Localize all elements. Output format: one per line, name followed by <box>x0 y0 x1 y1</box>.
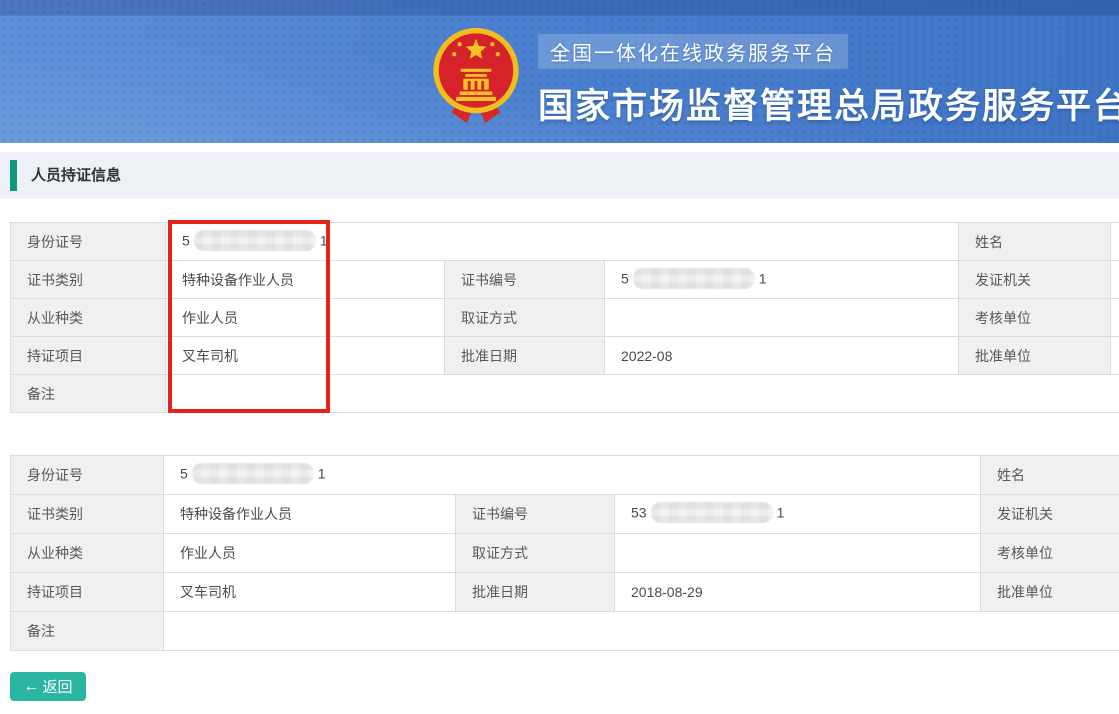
section-title: 人员持证信息 <box>31 152 121 199</box>
field-value-cell: 特种设备作业人员 <box>166 261 445 299</box>
field-value-cell <box>1111 261 1119 299</box>
field-label-cell: 姓名 <box>981 456 1119 495</box>
field-label-cell: 备注 <box>11 375 166 413</box>
field-label-cell: 从业种类 <box>11 299 166 337</box>
table-row: 身份证号51姓名 <box>11 223 1119 261</box>
field-label-cell: 考核单位 <box>981 534 1119 573</box>
platform-tagline: 全国一体化在线政务服务平台 <box>538 34 848 69</box>
field-value-cell <box>1111 223 1119 261</box>
back-arrow-icon: ← <box>23 679 39 695</box>
banner-titles: 全国一体化在线政务服务平台 国家市场监督管理总局政务服务平台 <box>538 27 1119 129</box>
field-label-cell: 身份证号 <box>11 456 164 495</box>
field-label-cell: 证书编号 <box>456 495 615 534</box>
back-button-label: 返回 <box>42 676 72 697</box>
field-value-cell: 作业人员 <box>166 299 445 337</box>
field-value-cell: 2022-08 <box>605 337 959 375</box>
redacted-blur-blob <box>633 268 755 289</box>
field-value-cell: 2018-08-29 <box>615 573 981 612</box>
redacted-blur-blob <box>192 463 314 484</box>
field-value-cell: 51 <box>164 456 981 495</box>
page: 全国一体化在线政务服务平台 国家市场监督管理总局政务服务平台 人员持证信息 身份… <box>0 0 1119 714</box>
field-label-cell: 证书编号 <box>445 261 605 299</box>
redacted-blur-blob <box>651 502 773 523</box>
field-label-cell: 持证项目 <box>11 337 166 375</box>
table-row: 持证项目叉车司机批准日期2018-08-29批准单位 <box>11 573 1119 612</box>
certificate-table-1-wrap: 身份证号51姓名证书类别特种设备作业人员证书编号51发证机关从业种类作业人员取证… <box>10 222 1119 413</box>
section-accent-bar <box>10 160 17 191</box>
field-label-cell: 取证方式 <box>456 534 615 573</box>
back-button[interactable]: ← 返回 <box>10 672 86 701</box>
field-label-cell: 批准日期 <box>445 337 605 375</box>
field-value-cell: 51 <box>605 261 959 299</box>
field-value-cell: 特种设备作业人员 <box>164 495 456 534</box>
site-title: 国家市场监督管理总局政务服务平台 <box>538 78 1119 129</box>
field-value-cell <box>605 299 959 337</box>
field-label-cell: 备注 <box>11 612 164 651</box>
table-row: 身份证号51姓名 <box>11 456 1119 495</box>
field-label-cell: 身份证号 <box>11 223 166 261</box>
field-value-cell: 叉车司机 <box>164 573 456 612</box>
certificate-table-2-wrap: 身份证号51姓名证书类别特种设备作业人员证书编号531发证机关从业种类作业人员取… <box>10 455 1119 651</box>
field-label-cell: 发证机关 <box>981 495 1119 534</box>
field-value-cell <box>166 375 1119 413</box>
site-banner: 全国一体化在线政务服务平台 国家市场监督管理总局政务服务平台 <box>0 0 1119 143</box>
redacted-blur-blob <box>194 230 316 251</box>
table-row: 备注 <box>11 375 1119 413</box>
field-label-cell: 发证机关 <box>959 261 1111 299</box>
table-row: 从业种类作业人员取证方式 考核单位 <box>11 534 1119 573</box>
field-value-cell <box>164 612 1119 651</box>
table-row: 证书类别特种设备作业人员证书编号51发证机关 <box>11 261 1119 299</box>
table-row: 持证项目叉车司机批准日期2022-08批准单位 <box>11 337 1119 375</box>
field-value-cell: 作业人员 <box>164 534 456 573</box>
section-header: 人员持证信息 <box>0 152 1119 199</box>
field-label-cell: 证书类别 <box>11 261 166 299</box>
field-value-cell: 51 <box>166 223 959 261</box>
field-label-cell: 持证项目 <box>11 573 164 612</box>
field-value-cell: 叉车司机 <box>166 337 445 375</box>
table-row: 备注 <box>11 612 1119 651</box>
field-label-cell: 取证方式 <box>445 299 605 337</box>
certificate-table-1: 身份证号51姓名证书类别特种设备作业人员证书编号51发证机关从业种类作业人员取证… <box>10 222 1119 413</box>
national-emblem-icon <box>430 27 522 125</box>
field-label-cell: 考核单位 <box>959 299 1111 337</box>
field-label-cell: 从业种类 <box>11 534 164 573</box>
field-value-cell <box>1111 337 1119 375</box>
field-value-cell: 531 <box>615 495 981 534</box>
field-label-cell: 批准单位 <box>981 573 1119 612</box>
table-row: 证书类别特种设备作业人员证书编号531发证机关 <box>11 495 1119 534</box>
field-label-cell: 证书类别 <box>11 495 164 534</box>
banner-content: 全国一体化在线政务服务平台 国家市场监督管理总局政务服务平台 <box>430 27 1119 129</box>
field-label-cell: 批准日期 <box>456 573 615 612</box>
table-row: 从业种类作业人员取证方式 考核单位 <box>11 299 1119 337</box>
field-label-cell: 姓名 <box>959 223 1111 261</box>
field-label-cell: 批准单位 <box>959 337 1111 375</box>
certificate-table-2: 身份证号51姓名证书类别特种设备作业人员证书编号531发证机关从业种类作业人员取… <box>10 455 1119 651</box>
field-value-cell <box>1111 299 1119 337</box>
field-value-cell <box>615 534 981 573</box>
